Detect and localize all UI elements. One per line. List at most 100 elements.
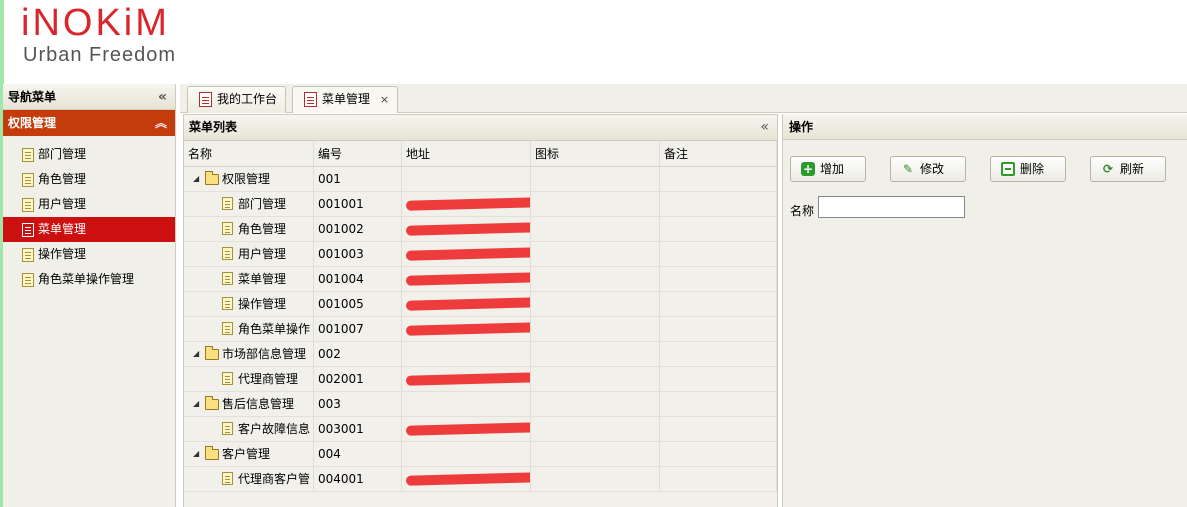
row-name-label: 售后信息管理 <box>222 397 295 411</box>
cell-remark <box>660 267 777 291</box>
cell-code: 002001 <box>314 367 402 391</box>
collapse-up-icon[interactable]: ︽ <box>155 110 167 136</box>
document-icon <box>22 173 34 187</box>
column-header-address[interactable]: 地址 <box>402 141 531 166</box>
plus-icon: + <box>801 162 815 176</box>
table-row[interactable]: 操作管理 001005 <box>184 292 777 317</box>
column-header-name[interactable]: 名称 <box>184 141 314 166</box>
column-header-code[interactable]: 编号 <box>314 141 402 166</box>
cell-remark <box>660 217 777 241</box>
cell-code: 003 <box>314 392 402 416</box>
cell-address <box>402 367 531 391</box>
add-button-label: 增加 <box>820 162 845 176</box>
table-row[interactable]: 角色菜单操作 001007 <box>184 317 777 342</box>
cell-name: ◢ 市场部信息管理 <box>184 342 314 366</box>
cell-icon <box>531 317 660 341</box>
refresh-icon: ⟳ <box>1102 162 1114 176</box>
document-icon <box>222 472 233 485</box>
expand-triangle-icon[interactable]: ◢ <box>193 442 199 466</box>
sidebar-item-role-menu-operation[interactable]: 角色菜单操作管理 <box>3 267 175 292</box>
cell-address <box>402 392 531 416</box>
table-row[interactable]: 菜单管理 001004 <box>184 267 777 292</box>
redaction-mark <box>405 222 530 236</box>
document-icon <box>222 222 233 235</box>
collapse-left-icon[interactable]: « <box>158 84 167 110</box>
folder-icon <box>205 171 219 185</box>
sidebar-item-menu[interactable]: 菜单管理 <box>3 217 175 242</box>
cell-address <box>402 217 531 241</box>
cell-icon <box>531 192 660 216</box>
row-name-label: 客户故障信息 <box>238 422 311 436</box>
redaction-mark <box>405 247 530 261</box>
tab-menu-management[interactable]: 菜单管理 × <box>292 86 399 113</box>
table-row[interactable]: 角色管理 001002 <box>184 217 777 242</box>
redaction-mark <box>405 322 530 336</box>
sidebar-item-role[interactable]: 角色管理 <box>3 167 175 192</box>
table-row[interactable]: ◢ 售后信息管理 003 <box>184 392 777 417</box>
cell-name: 客户故障信息 <box>184 417 314 441</box>
add-button[interactable]: + 增加 <box>790 156 866 182</box>
column-header-remark[interactable]: 备注 <box>660 141 777 166</box>
cell-icon <box>531 367 660 391</box>
operations-title: 操作 <box>783 114 1187 140</box>
operations-panel: 操作 + 增加 ✎ 修改 删除 ⟳ 刷新 名称 <box>782 114 1187 507</box>
panel-title: 菜单列表 <box>189 120 238 134</box>
cell-remark <box>660 392 777 416</box>
folder-icon <box>205 346 219 360</box>
sidebar-group-header[interactable]: 权限管理 ︽ <box>3 110 175 136</box>
cell-address <box>402 417 531 441</box>
row-name-label: 用户管理 <box>238 247 287 261</box>
table-row[interactable]: 部门管理 001001 <box>184 192 777 217</box>
sidebar-item-label: 菜单管理 <box>38 222 87 236</box>
cell-code: 003001 <box>314 417 402 441</box>
cell-icon <box>531 392 660 416</box>
sidebar-item-department[interactable]: 部门管理 <box>3 142 175 167</box>
tab-workbench[interactable]: 我的工作台 <box>187 86 287 113</box>
document-icon <box>22 248 34 262</box>
name-label: 名称 <box>790 204 815 218</box>
cell-name: 用户管理 <box>184 242 314 266</box>
table-row[interactable]: 代理商管理 002001 <box>184 367 777 392</box>
sidebar-item-label: 角色管理 <box>38 172 87 186</box>
sidebar-item-operation[interactable]: 操作管理 <box>3 242 175 267</box>
document-icon <box>222 272 233 285</box>
table-row[interactable]: ◢ 市场部信息管理 002 <box>184 342 777 367</box>
refresh-button-label: 刷新 <box>1120 162 1145 176</box>
sidebar-group-title: 权限管理 <box>8 116 57 130</box>
table-row[interactable]: 代理商客户管 004001 <box>184 467 777 492</box>
cell-icon <box>531 242 660 266</box>
name-input[interactable] <box>818 196 965 218</box>
tab-label: 我的工作台 <box>217 92 278 106</box>
expand-triangle-icon[interactable]: ◢ <box>193 342 199 366</box>
row-name-label: 菜单管理 <box>238 272 287 286</box>
cell-remark <box>660 367 777 391</box>
cell-remark <box>660 417 777 441</box>
collapse-left-icon[interactable]: « <box>760 115 769 140</box>
redaction-mark <box>405 422 530 436</box>
cell-name: 部门管理 <box>184 192 314 216</box>
table-body: ◢ 权限管理 001 部门管理 001001 角色管理 001002 用户管理 001003 菜单… <box>184 167 777 507</box>
column-header-icon[interactable]: 图标 <box>531 141 660 166</box>
cell-address <box>402 342 531 366</box>
edit-button[interactable]: ✎ 修改 <box>890 156 966 182</box>
table-row[interactable]: ◢ 权限管理 001 <box>184 167 777 192</box>
document-icon <box>22 198 34 212</box>
table-row[interactable]: ◢ 客户管理 004 <box>184 442 777 467</box>
row-name-label: 角色管理 <box>238 222 287 236</box>
table-row[interactable]: 客户故障信息 003001 <box>184 417 777 442</box>
row-name-label: 部门管理 <box>238 197 287 211</box>
cell-remark <box>660 317 777 341</box>
sidebar-item-user[interactable]: 用户管理 <box>3 192 175 217</box>
expand-triangle-icon[interactable]: ◢ <box>193 167 199 191</box>
table-row[interactable]: 用户管理 001003 <box>184 242 777 267</box>
document-icon <box>222 372 233 385</box>
cell-name: 操作管理 <box>184 292 314 316</box>
document-icon <box>22 273 34 287</box>
cell-name: 角色菜单操作 <box>184 317 314 341</box>
document-icon <box>199 92 212 107</box>
refresh-button[interactable]: ⟳ 刷新 <box>1090 156 1166 182</box>
delete-button[interactable]: 删除 <box>990 156 1066 182</box>
close-icon[interactable]: × <box>380 93 389 106</box>
expand-triangle-icon[interactable]: ◢ <box>193 392 199 416</box>
cell-name: 代理商管理 <box>184 367 314 391</box>
